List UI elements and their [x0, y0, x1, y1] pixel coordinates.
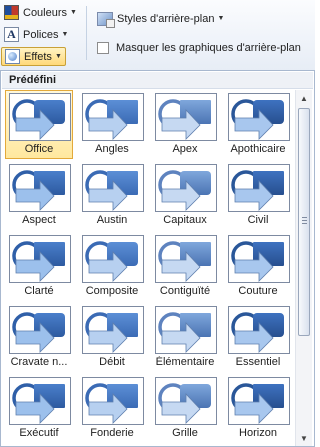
effect-label: Élémentaire: [155, 356, 215, 368]
effects-grid: Office Angles Apex Apothicaire Aspect Austin C…: [5, 90, 291, 443]
effect-tile[interactable]: Couture: [224, 232, 292, 301]
essentiel-effect-icon: [228, 306, 290, 354]
effect-tile[interactable]: Aspect: [5, 161, 73, 230]
section-header: Prédéfini: [2, 72, 313, 89]
effect-label: Cravate n...: [10, 356, 68, 368]
effect-tile[interactable]: Élémentaire: [151, 303, 219, 372]
angles-effect-icon: [82, 93, 144, 141]
effect-tile[interactable]: Composite: [78, 232, 146, 301]
scroll-down-button[interactable]: ▼: [296, 430, 312, 446]
effect-label: Débit: [99, 356, 125, 368]
effect-label: Capitaux: [163, 214, 207, 226]
effect-label: Horizon: [239, 427, 277, 439]
effect-label: Couture: [238, 285, 278, 297]
effect-label: Essentiel: [235, 356, 281, 368]
effect-label: Clarté: [24, 285, 54, 297]
effect-label: Fonderie: [90, 427, 134, 439]
effects-button[interactable]: Effets ▼: [1, 47, 66, 66]
apex-effect-icon: [155, 93, 217, 141]
aspect-effect-icon: [9, 164, 71, 212]
effect-tile[interactable]: Apothicaire: [224, 90, 292, 159]
background-styles-button[interactable]: Styles d'arrière-plan ▼: [94, 9, 227, 28]
effect-tile[interactable]: Civil: [224, 161, 292, 230]
contiguite-effect-icon: [155, 235, 217, 283]
fonderie-effect-icon: [82, 377, 144, 425]
civil-effect-icon: [228, 164, 290, 212]
colors-button[interactable]: Couleurs ▼: [1, 3, 80, 22]
grip-icon: [302, 217, 307, 224]
effect-label: Civil: [247, 214, 269, 226]
scrollbar-thumb[interactable]: [298, 108, 310, 336]
fonts-label: Polices: [23, 28, 59, 41]
chevron-down-icon: ▼: [70, 9, 77, 16]
couture-effect-icon: [228, 235, 290, 283]
chevron-down-icon: ▼: [54, 53, 62, 60]
office-effect-icon: [9, 93, 71, 141]
background-styles-label: Styles d'arrière-plan: [117, 12, 215, 25]
executif-effect-icon: [9, 377, 71, 425]
colors-label: Couleurs: [23, 6, 68, 19]
effect-tile[interactable]: Clarté: [5, 232, 73, 301]
apothicaire-effect-icon: [228, 93, 290, 141]
effect-label: Contiguïté: [159, 285, 211, 297]
effect-tile[interactable]: Horizon: [224, 374, 292, 443]
effect-label: Apothicaire: [230, 143, 286, 155]
effect-label: Aspect: [22, 214, 56, 226]
effect-tile[interactable]: Cravate n...: [5, 303, 73, 372]
background-styles-icon: [97, 11, 115, 28]
effects-label: Effets: [24, 50, 52, 63]
chevron-down-icon: ▼: [217, 15, 225, 22]
hide-background-checkbox[interactable]: [97, 41, 109, 54]
effect-label: Apex: [172, 143, 198, 155]
grille-effect-icon: [155, 377, 217, 425]
composite-effect-icon: [82, 235, 144, 283]
effect-label: Austin: [96, 214, 128, 226]
theme-fonts-icon: A: [4, 27, 19, 42]
clarte-effect-icon: [9, 235, 71, 283]
scroll-up-button[interactable]: ▲: [296, 90, 312, 106]
effect-tile[interactable]: Capitaux: [151, 161, 219, 230]
debit-effect-icon: [82, 306, 144, 354]
effect-tile[interactable]: Office: [5, 90, 73, 159]
effect-tile[interactable]: Apex: [151, 90, 219, 159]
group-divider: [86, 6, 87, 60]
hide-background-label: Masquer les graphiques d'arrière-plan: [116, 41, 301, 54]
ribbon-design-group: Couleurs ▼ A Polices ▼ Effets ▼ Styles d…: [0, 0, 315, 70]
effect-tile[interactable]: Grille: [151, 374, 219, 443]
effect-tile[interactable]: Exécutif: [5, 374, 73, 443]
effect-tile[interactable]: Contiguïté: [151, 232, 219, 301]
austin-effect-icon: [82, 164, 144, 212]
capitaux-effect-icon: [155, 164, 217, 212]
effect-tile[interactable]: Fonderie: [78, 374, 146, 443]
effect-label: Office: [24, 143, 54, 155]
effect-label: Angles: [95, 143, 129, 155]
effect-label: Exécutif: [19, 427, 59, 439]
chevron-down-icon: ▼: [61, 31, 69, 38]
gallery-scrollbar[interactable]: ▲ ▼: [295, 90, 312, 446]
effect-tile[interactable]: Angles: [78, 90, 146, 159]
horizon-effect-icon: [228, 377, 290, 425]
effect-tile[interactable]: Essentiel: [224, 303, 292, 372]
effects-gallery-dropdown: Prédéfini Office Angles Apex Apothicaire Asp…: [0, 70, 315, 447]
effect-label: Composite: [85, 285, 139, 297]
effect-tile[interactable]: Austin: [78, 161, 146, 230]
effect-label: Grille: [172, 427, 198, 439]
cravate-effect-icon: [9, 306, 71, 354]
fonts-button[interactable]: A Polices ▼: [1, 25, 71, 44]
theme-effects-icon: [5, 49, 20, 64]
effect-tile[interactable]: Débit: [78, 303, 146, 372]
hide-background-graphics-option[interactable]: Masquer les graphiques d'arrière-plan: [94, 38, 304, 57]
theme-colors-icon: [4, 5, 19, 20]
elementaire-effect-icon: [155, 306, 217, 354]
